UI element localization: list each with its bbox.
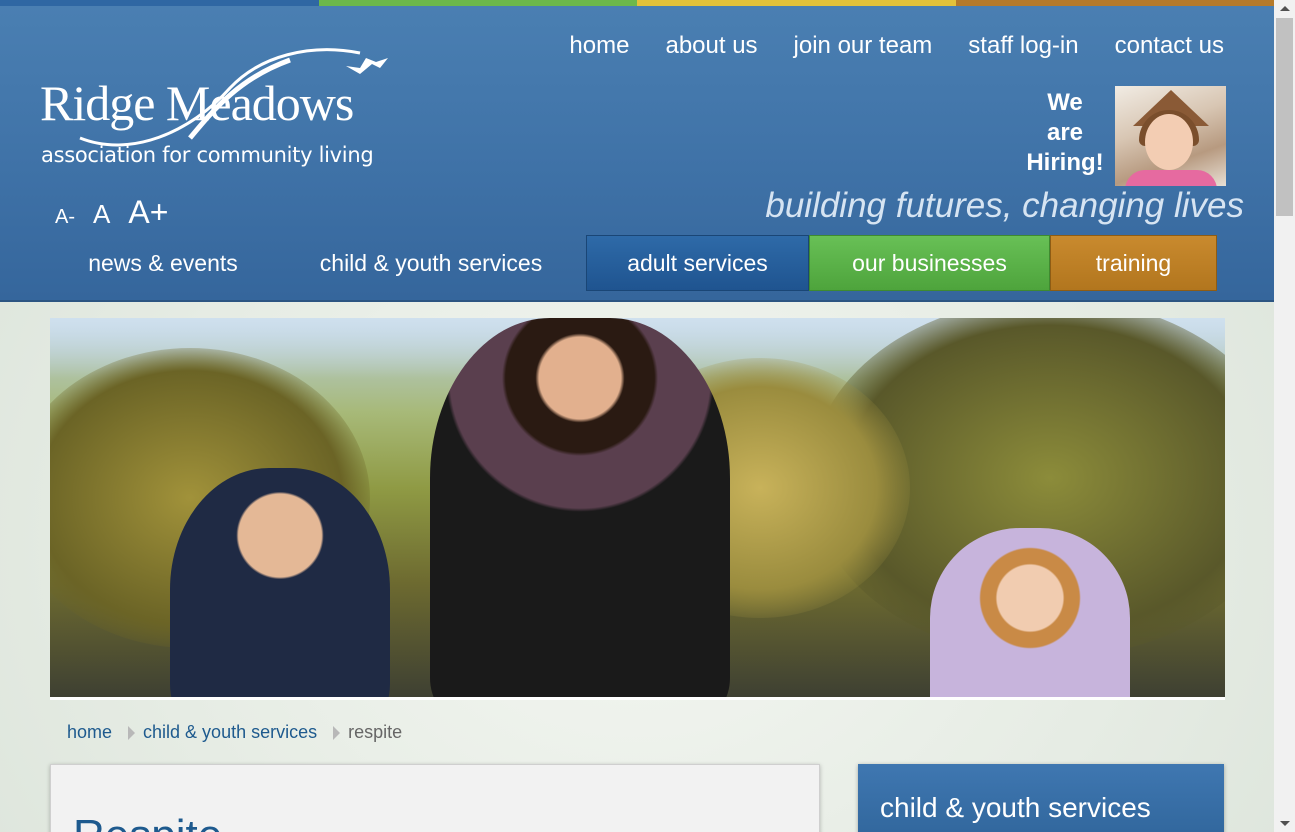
- main-nav-child-youth-services[interactable]: child & youth services: [276, 235, 586, 291]
- face-shape: [1145, 114, 1193, 170]
- scrollbar-thumb[interactable]: [1276, 18, 1293, 216]
- top-nav-join-our-team[interactable]: join our team: [794, 32, 933, 60]
- hiring-line-1: We: [1047, 89, 1083, 116]
- breadcrumb-current: respite: [348, 722, 403, 742]
- font-decrease-button[interactable]: A-: [55, 206, 75, 229]
- hero-image: [50, 318, 1225, 700]
- main-nav-our-businesses[interactable]: our businesses: [809, 235, 1050, 291]
- sidebar-section: child & youth services: [858, 764, 1224, 832]
- font-size-controls: A- A A+: [55, 194, 186, 231]
- font-normal-button[interactable]: A: [93, 199, 110, 230]
- logo-tagline: association for community living: [41, 143, 374, 167]
- hero-boy: [170, 468, 390, 697]
- font-increase-button[interactable]: A+: [128, 194, 168, 231]
- chevron-right-icon: [128, 725, 136, 740]
- site-logo[interactable]: Ridge Meadows association for community …: [40, 38, 410, 178]
- hiring-photo[interactable]: [1115, 86, 1226, 186]
- scroll-down-arrow-icon[interactable]: [1274, 815, 1295, 832]
- main-nav-training[interactable]: training: [1050, 235, 1217, 291]
- shirt-shape: [1125, 170, 1217, 186]
- top-nav-about-us[interactable]: about us: [665, 32, 757, 60]
- page-viewport: Ridge Meadows association for community …: [0, 0, 1274, 832]
- top-nav-home[interactable]: home: [569, 32, 629, 60]
- hiring-banner[interactable]: We are Hiring!: [1016, 88, 1114, 178]
- hiring-line-2: are: [1046, 119, 1084, 146]
- chevron-right-icon: [333, 725, 341, 740]
- hero-girl: [930, 528, 1130, 697]
- sidebar-title: child & youth services: [880, 792, 1151, 823]
- slogan: building futures, changing lives: [765, 186, 1244, 225]
- breadcrumb: home child & youth services respite: [67, 722, 402, 743]
- top-nav-staff-log-in[interactable]: staff log-in: [968, 32, 1078, 60]
- logo-name: Ridge Meadows: [40, 75, 354, 131]
- top-navigation: home about us join our team staff log-in…: [533, 32, 1224, 60]
- vertical-scrollbar[interactable]: [1274, 0, 1295, 832]
- breadcrumb-home[interactable]: home: [67, 722, 112, 743]
- hiring-line-3: Hiring!: [1026, 149, 1104, 176]
- site-header: Ridge Meadows association for community …: [0, 6, 1274, 302]
- main-navigation: news & events child & youth services adu…: [50, 235, 1217, 291]
- main-content: Respite: [50, 764, 820, 832]
- breadcrumb-child-youth-services[interactable]: child & youth services: [143, 722, 317, 743]
- main-nav-news-events[interactable]: news & events: [50, 235, 276, 291]
- scroll-up-arrow-icon[interactable]: [1274, 0, 1295, 17]
- hero-woman: [430, 318, 730, 697]
- main-nav-adult-services[interactable]: adult services: [586, 235, 809, 291]
- top-nav-contact-us[interactable]: contact us: [1115, 32, 1224, 60]
- page-title: Respite: [73, 811, 222, 832]
